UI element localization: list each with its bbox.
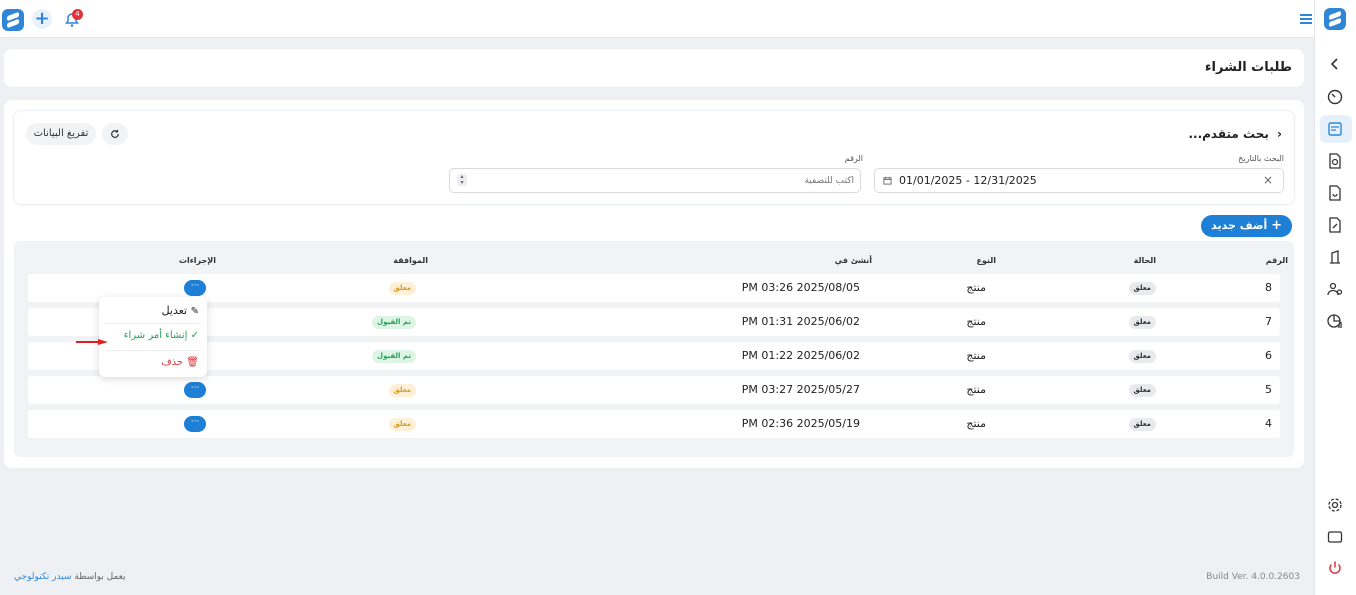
date-search-label: البحث بالتاريخ <box>1238 154 1284 163</box>
main-card: ‹ بحث متقدم... تفريغ البيانات البحث بالت… <box>4 100 1304 468</box>
row-number: 6 <box>1265 349 1272 362</box>
powered-by: يعمل بواسطة سيدر تكنولوجي <box>14 572 126 582</box>
purchase-requests-icon[interactable] <box>1326 120 1344 138</box>
approval-badge: معلق <box>388 384 416 397</box>
menu-item-create-po-label: إنشاء أمر شراء <box>123 330 188 341</box>
add-new-label: أضف جديد <box>1211 219 1268 232</box>
document-edit-icon[interactable] <box>1326 216 1344 234</box>
search-document-icon[interactable] <box>1326 152 1344 170</box>
number-filter-input[interactable] <box>449 168 861 193</box>
logout-power-icon[interactable] <box>1326 559 1344 577</box>
menu-item-delete-label: حذف <box>161 357 184 368</box>
approval-badge: تم القبول <box>372 350 416 363</box>
check-icon: ✓ <box>190 330 199 341</box>
clear-data-button[interactable]: تفريغ البيانات <box>26 123 96 145</box>
chevron-left-icon: ‹ <box>1277 127 1282 141</box>
sidebar <box>1300 0 1356 595</box>
plus-icon: + <box>1271 218 1282 233</box>
header-approval: الموافقة <box>393 256 428 265</box>
build-version: Build Ver. 4.0.0.2603 <box>1206 572 1300 582</box>
page-title-card: طلبات الشراء <box>4 49 1304 87</box>
menu-item-edit[interactable]: ✎ تعديل <box>162 304 199 317</box>
row-type: منتج <box>966 349 986 362</box>
number-stepper-icon[interactable]: ▴ ▾ <box>457 174 467 186</box>
header-created-at: أنشئ في <box>834 256 872 265</box>
page-title: طلبات الشراء <box>1204 60 1292 75</box>
powered-by-company-link[interactable]: سيدر تكنولوجي <box>14 572 72 582</box>
menu-divider <box>105 323 201 324</box>
document-sync-icon[interactable] <box>1326 184 1344 202</box>
row-actions-button[interactable]: ··· <box>184 280 206 296</box>
add-icon[interactable]: + <box>32 9 52 29</box>
sidebar-logo-icon[interactable] <box>1324 8 1346 30</box>
status-badge: معلق <box>1128 316 1156 329</box>
approval-badge: تم القبول <box>372 316 416 329</box>
row-created-at: PM 02:36 2025/05/19 <box>741 417 860 430</box>
app-logo-icon[interactable] <box>2 9 24 31</box>
inventory-icon[interactable] <box>1326 248 1344 266</box>
status-badge: معلق <box>1128 384 1156 397</box>
refresh-icon <box>111 129 119 138</box>
status-badge: معلق <box>1128 418 1156 431</box>
date-range-value: 01/01/2025 - 12/31/2025 <box>899 174 1037 187</box>
approval-badge: معلق <box>388 282 416 295</box>
row-number: 7 <box>1265 315 1272 328</box>
row-type: منتج <box>966 383 986 396</box>
menu-item-edit-label: تعديل <box>161 304 188 317</box>
menu-item-create-po[interactable]: ✓ إنشاء أمر شراء <box>124 330 199 341</box>
table-row[interactable]: 4 معلق منتج PM 02:36 2025/05/19 معلق ··· <box>28 410 1280 438</box>
row-created-at: PM 03:26 2025/08/05 <box>741 281 860 294</box>
add-new-button[interactable]: + أضف جديد <box>1201 215 1292 237</box>
row-number: 8 <box>1265 281 1272 294</box>
approval-badge: معلق <box>388 418 416 431</box>
advanced-search-toggle[interactable]: ‹ بحث متقدم... <box>1188 127 1282 141</box>
table-row[interactable]: 5 معلق منتج PM 03:27 2025/05/27 معلق ··· <box>28 376 1280 404</box>
row-actions-button[interactable]: ··· <box>184 382 206 398</box>
pencil-icon: ✎ <box>190 306 199 317</box>
row-type: منتج <box>966 315 986 328</box>
table-row[interactable]: 8 معلق منتج PM 03:26 2025/08/05 معلق ··· <box>28 274 1280 302</box>
header-status: الحالة <box>1133 256 1156 265</box>
row-number: 5 <box>1265 383 1272 396</box>
row-actions-menu: ✎ تعديل ✓ إنشاء أمر شراء 🗑 حذف <box>99 297 207 377</box>
users-settings-icon[interactable] <box>1326 280 1344 298</box>
status-badge: معلق <box>1128 350 1156 363</box>
header-type: النوع <box>976 256 997 265</box>
row-created-at: PM 03:27 2025/05/27 <box>741 383 860 396</box>
clear-date-icon[interactable]: × <box>1263 173 1273 187</box>
trash-icon: 🗑 <box>186 357 199 368</box>
powered-by-prefix: يعمل بواسطة <box>74 572 126 582</box>
row-created-at: PM 01:22 2025/06/02 <box>741 349 860 362</box>
menu-toggle-icon[interactable] <box>1300 14 1312 24</box>
refresh-button[interactable] <box>102 123 128 145</box>
header-number: الرقم <box>1265 256 1288 265</box>
menu-item-delete[interactable]: 🗑 حذف <box>161 357 199 368</box>
collapse-chevron-icon[interactable] <box>1326 55 1344 73</box>
dashboard-gauge-icon[interactable] <box>1326 88 1344 106</box>
calendar-icon <box>883 176 892 185</box>
number-filter-label: الرقم <box>844 154 863 163</box>
date-range-field[interactable]: × 01/01/2025 - 12/31/2025 <box>874 168 1284 193</box>
row-type: منتج <box>966 417 986 430</box>
settings-gear-icon[interactable] <box>1326 496 1344 514</box>
annotation-arrow-icon <box>76 339 108 345</box>
top-bar: + 4 <box>0 0 1314 38</box>
status-badge: معلق <box>1128 282 1156 295</box>
table-row[interactable]: 6 معلق منتج PM 01:22 2025/06/02 تم القبو… <box>28 342 1280 370</box>
reports-chart-icon[interactable] <box>1326 312 1344 330</box>
table-row[interactable]: 7 معلق منتج PM 01:31 2025/06/02 تم القبو… <box>28 308 1280 336</box>
menu-divider <box>105 350 201 351</box>
advanced-search-title: بحث متقدم... <box>1188 127 1269 141</box>
header-actions: الإجراءات <box>178 256 216 265</box>
notifications-count-badge: 4 <box>72 9 83 20</box>
row-created-at: PM 01:31 2025/06/02 <box>741 315 860 328</box>
row-actions-button[interactable]: ··· <box>184 416 206 432</box>
row-number: 4 <box>1265 417 1272 430</box>
row-type: منتج <box>966 281 986 294</box>
screen-mode-icon[interactable] <box>1326 528 1344 546</box>
advanced-search-panel: ‹ بحث متقدم... تفريغ البيانات البحث بالت… <box>13 110 1295 205</box>
